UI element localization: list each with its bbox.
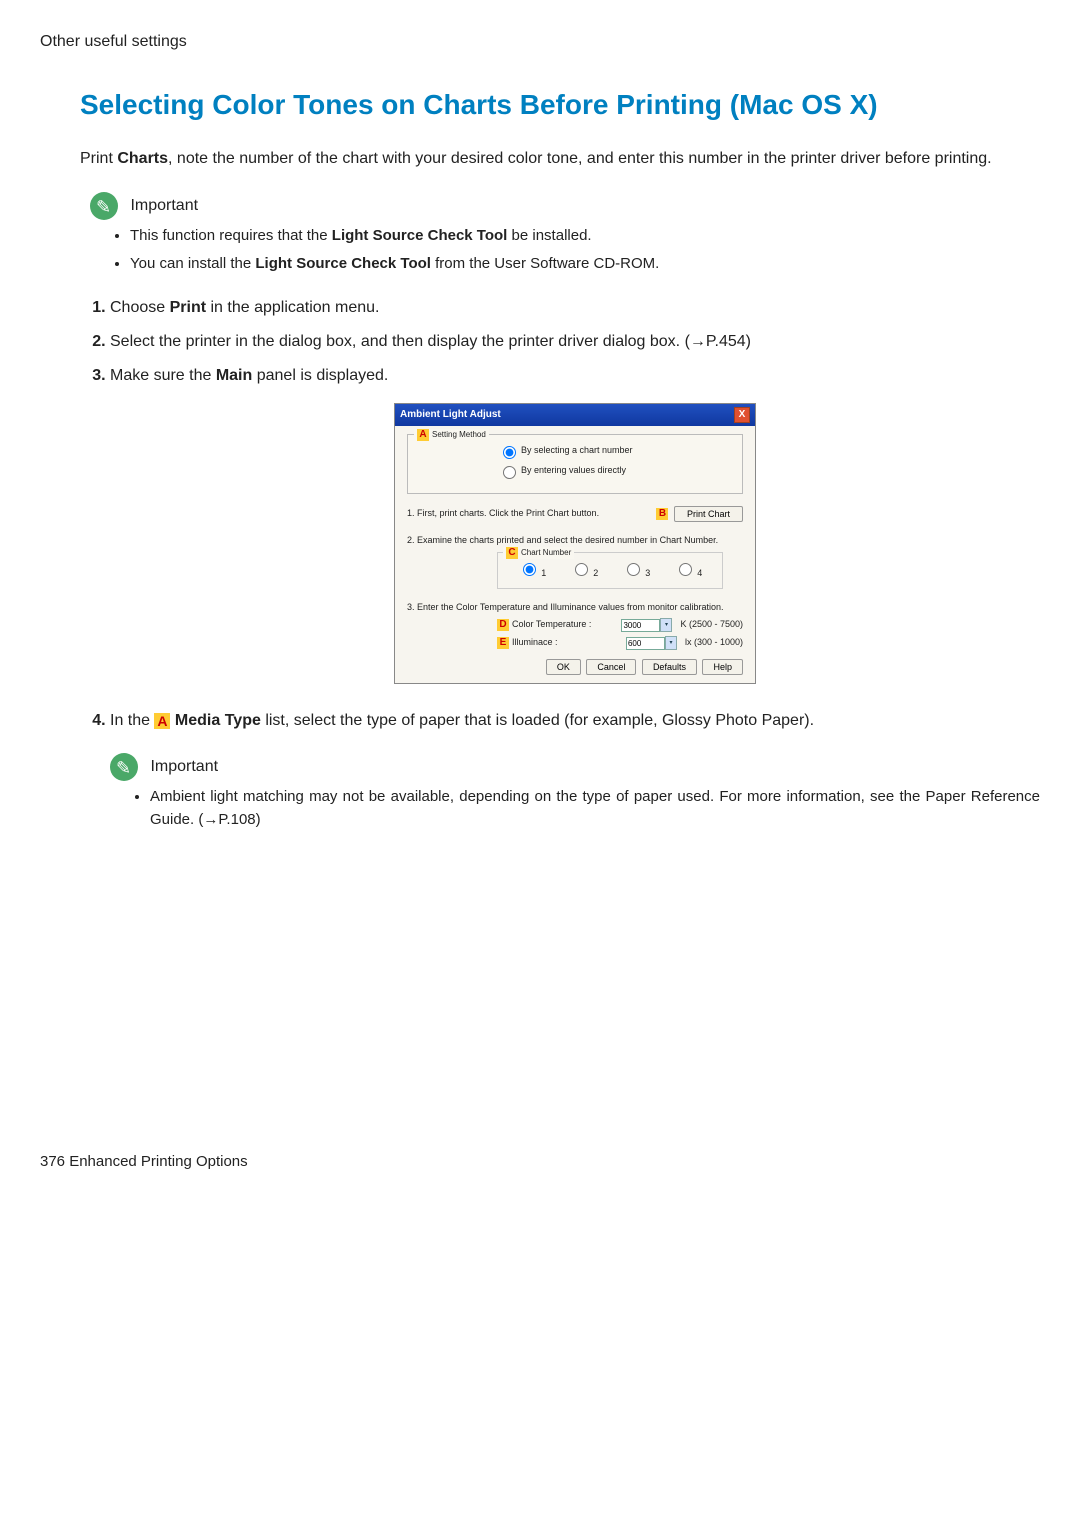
step-1: Choose Print in the application menu. <box>110 296 1040 320</box>
help-button[interactable]: Help <box>702 659 743 675</box>
print-chart-button[interactable]: Print Chart <box>674 506 743 522</box>
step-2: Select the printer in the dialog box, an… <box>110 330 1040 354</box>
dialog-titlebar[interactable]: Ambient Light Adjust X <box>395 404 755 426</box>
dialog-title: Ambient Light Adjust <box>400 407 501 422</box>
important-item: This function requires that the Light So… <box>130 225 1040 248</box>
spinner-icon[interactable]: ▾ <box>665 636 677 650</box>
chart-option-1[interactable]: 1 <box>518 560 547 581</box>
color-temp-input[interactable] <box>621 619 660 632</box>
radio-by-values[interactable] <box>503 466 516 479</box>
page-title: Selecting Color Tones on Charts Before P… <box>80 84 1040 126</box>
cancel-button[interactable]: Cancel <box>586 659 636 675</box>
important-block-2: Important Ambient light matching may not… <box>110 753 1040 831</box>
ok-button[interactable]: OK <box>546 659 581 675</box>
spinner-icon[interactable]: ▾ <box>660 618 672 632</box>
dialog-step-3: 3. Enter the Color Temperature and Illum… <box>407 601 743 615</box>
chart-option-2[interactable]: 2 <box>570 560 599 581</box>
illuminance-range: lx (300 - 1000) <box>685 636 743 650</box>
radio-chart-number[interactable]: By selecting a chart number <box>498 443 732 459</box>
step-4: In the A Media Type list, select the typ… <box>110 709 1040 733</box>
important-block-1: Important This function requires that th… <box>90 192 1040 276</box>
radio-by-chart[interactable] <box>503 446 516 459</box>
tag-c: C <box>506 547 518 559</box>
important-label: Important <box>130 197 198 214</box>
section-header: Other useful settings <box>40 30 1040 54</box>
important-item: Ambient light matching may not be availa… <box>150 786 1040 831</box>
intro-paragraph: Print Charts, note the number of the cha… <box>80 146 1040 172</box>
dialog-step-2: 2. Examine the charts printed and select… <box>407 534 743 548</box>
step-3: Make sure the Main panel is displayed. A… <box>110 364 1040 685</box>
pencil-icon <box>110 753 138 781</box>
close-icon[interactable]: X <box>734 407 750 423</box>
page-footer: 376 Enhanced Printing Options <box>40 1151 1040 1174</box>
important-item: You can install the Light Source Check T… <box>130 253 1040 276</box>
color-temp-range: K (2500 - 7500) <box>680 618 743 632</box>
chart-option-3[interactable]: 3 <box>622 560 651 581</box>
chart-number-fieldset: CChart Number 1 2 3 4 <box>497 552 723 589</box>
illuminance-label: EIlluminace : <box>497 636 626 650</box>
illuminance-input[interactable] <box>626 637 665 650</box>
tag-a: A <box>417 429 429 441</box>
chart-option-4[interactable]: 4 <box>674 560 703 581</box>
tag-d: D <box>497 619 509 631</box>
dialog-step-1: 1. First, print charts. Click the Print … <box>407 507 599 521</box>
defaults-button[interactable]: Defaults <box>642 659 697 675</box>
tag-e: E <box>497 637 509 649</box>
setting-method-fieldset: ASetting Method By selecting a chart num… <box>407 434 743 494</box>
tag-a-inline: A <box>154 713 170 729</box>
important-label: Important <box>150 758 218 775</box>
radio-enter-values[interactable]: By entering values directly <box>498 463 732 479</box>
pencil-icon <box>90 192 118 220</box>
color-temp-label: DColor Temperature : <box>497 618 621 632</box>
tag-b: B <box>656 508 668 520</box>
ambient-light-adjust-dialog: Ambient Light Adjust X ASetting Method B… <box>394 403 756 685</box>
setting-method-legend: ASetting Method <box>414 429 489 441</box>
